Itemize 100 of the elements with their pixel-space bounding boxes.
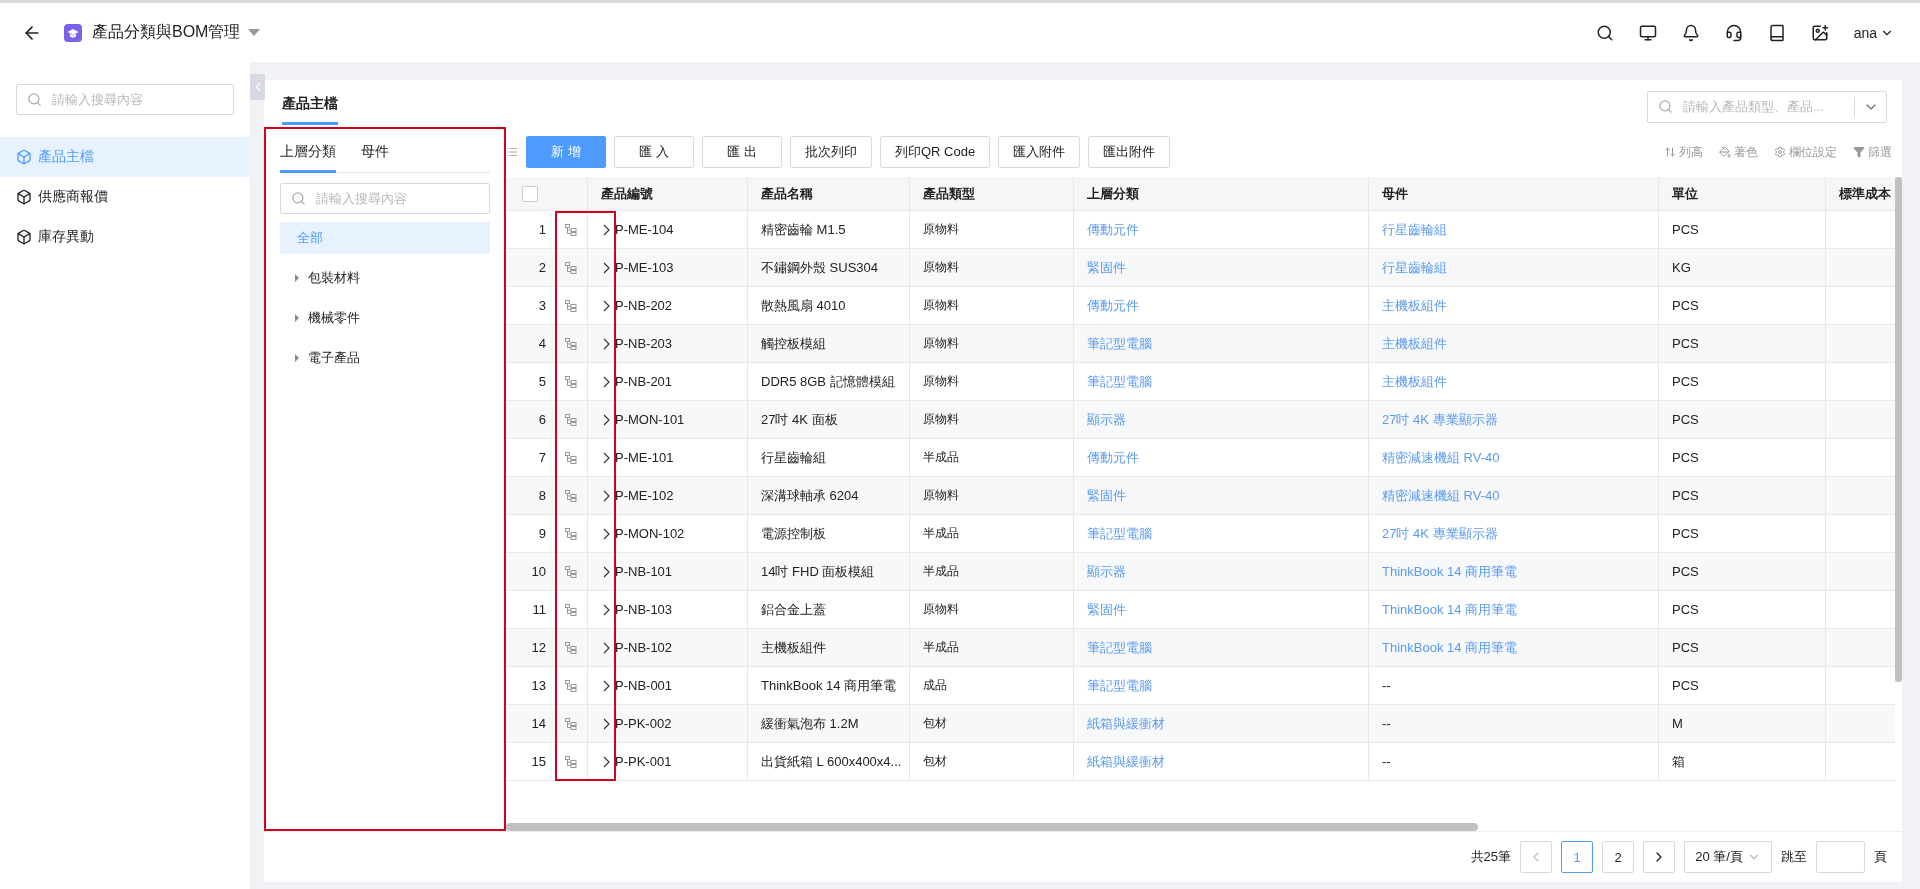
- expand-chevron-icon[interactable]: [601, 641, 611, 654]
- expand-chevron-icon[interactable]: [601, 565, 611, 578]
- column-header[interactable]: 產品名稱: [761, 184, 813, 203]
- search-input[interactable]: 請輸入產品類型、產品...: [1681, 98, 1846, 115]
- toolbar-button[interactable]: 列印QR Code: [880, 136, 991, 168]
- expand-chevron-icon[interactable]: [601, 717, 611, 730]
- search-input[interactable]: 請輸入搜尋內容: [50, 91, 223, 108]
- category-link[interactable]: 紙箱與緩衝材: [1087, 752, 1165, 771]
- hierarchy-icon[interactable]: [564, 337, 577, 350]
- parent-link[interactable]: 27吋 4K 專業顯示器: [1382, 524, 1498, 543]
- caret-icon[interactable]: [294, 314, 300, 322]
- page-jump-field[interactable]: [1816, 841, 1865, 873]
- toolbar-button[interactable]: 批次列印: [790, 136, 872, 168]
- sidebar-item[interactable]: 庫存異動: [0, 217, 250, 257]
- parent-link[interactable]: ThinkBook 14 商用筆電: [1382, 638, 1518, 657]
- column-header[interactable]: 標準成本: [1839, 184, 1891, 203]
- book-button[interactable]: [1767, 23, 1786, 42]
- headset-button[interactable]: [1724, 23, 1743, 42]
- page-button[interactable]: 2: [1602, 841, 1634, 873]
- parent-link[interactable]: ThinkBook 14 商用筆電: [1382, 562, 1518, 581]
- category-link[interactable]: 傳動元件: [1087, 448, 1139, 467]
- hierarchy-icon[interactable]: [564, 717, 577, 730]
- parent-link[interactable]: 行星齒輪組: [1382, 258, 1447, 277]
- hierarchy-icon[interactable]: [564, 223, 577, 236]
- expand-chevron-icon[interactable]: [601, 489, 611, 502]
- category-link[interactable]: 顯示器: [1087, 410, 1126, 429]
- sidebar-item[interactable]: 產品主檔: [0, 137, 250, 177]
- tree-item[interactable]: 電子產品: [280, 342, 490, 374]
- category-link[interactable]: 傳動元件: [1087, 220, 1139, 239]
- hierarchy-icon[interactable]: [564, 299, 577, 312]
- expand-chevron-icon[interactable]: [601, 451, 611, 464]
- dropdown-caret-icon[interactable]: [248, 28, 261, 37]
- monitor-button[interactable]: [1638, 23, 1657, 42]
- parent-link[interactable]: 主機板組件: [1382, 296, 1447, 315]
- hierarchy-icon[interactable]: [564, 375, 577, 388]
- tree-item[interactable]: 包裝材料: [280, 262, 490, 294]
- toolbar-tool[interactable]: 欄位設定: [1774, 143, 1837, 161]
- hierarchy-icon[interactable]: [564, 451, 577, 464]
- category-link[interactable]: 筆記型電腦: [1087, 676, 1152, 695]
- hierarchy-icon[interactable]: [564, 565, 577, 578]
- parent-link[interactable]: 主機板組件: [1382, 334, 1447, 353]
- select-all-checkbox[interactable]: [522, 185, 538, 202]
- expand-chevron-icon[interactable]: [601, 223, 611, 236]
- toolbar-button[interactable]: 匯入附件: [998, 136, 1081, 168]
- hierarchy-icon[interactable]: [564, 261, 577, 274]
- hierarchy-icon[interactable]: [564, 489, 577, 502]
- expand-chevron-icon[interactable]: [601, 413, 611, 426]
- search-input[interactable]: 請輸入搜尋內容: [314, 190, 479, 207]
- category-link[interactable]: 傳動元件: [1087, 296, 1139, 315]
- parent-link[interactable]: 行星齒輪組: [1382, 220, 1447, 239]
- hierarchy-icon[interactable]: [564, 755, 577, 768]
- category-link[interactable]: 筆記型電腦: [1087, 638, 1152, 657]
- column-header[interactable]: 產品編號: [601, 184, 653, 203]
- panel-tab[interactable]: 上層分類: [280, 141, 336, 173]
- caret-icon[interactable]: [294, 274, 300, 282]
- category-link[interactable]: 緊固件: [1087, 486, 1126, 505]
- image-plus-button[interactable]: [1810, 23, 1829, 42]
- parent-link[interactable]: 27吋 4K 專業顯示器: [1382, 410, 1498, 429]
- column-header[interactable]: 產品類型: [923, 184, 975, 203]
- tree-item[interactable]: 全部: [280, 222, 490, 254]
- category-link[interactable]: 筆記型電腦: [1087, 372, 1152, 391]
- page-size-select[interactable]: 20 筆/頁: [1684, 841, 1772, 873]
- expand-chevron-icon[interactable]: [601, 261, 611, 274]
- expand-chevron-icon[interactable]: [601, 603, 611, 616]
- expand-chevron-icon[interactable]: [601, 527, 611, 540]
- toolbar-button[interactable]: 匯 出: [702, 136, 782, 168]
- hierarchy-icon[interactable]: [564, 527, 577, 540]
- search-button[interactable]: [1595, 23, 1614, 42]
- category-link[interactable]: 顯示器: [1087, 562, 1126, 581]
- expand-chevron-icon[interactable]: [601, 679, 611, 692]
- category-link[interactable]: 緊固件: [1087, 258, 1126, 277]
- category-link[interactable]: 筆記型電腦: [1087, 524, 1152, 543]
- parent-link[interactable]: 精密減速機組 RV-40: [1382, 448, 1500, 467]
- product-search-field[interactable]: 請輸入產品類型、產品...: [1647, 90, 1887, 123]
- expand-chevron-icon[interactable]: [601, 299, 611, 312]
- category-link[interactable]: 緊固件: [1087, 600, 1126, 619]
- user-menu[interactable]: ana: [1853, 24, 1894, 41]
- toolbar-tool[interactable]: 列高: [1664, 143, 1703, 161]
- parent-link[interactable]: 主機板組件: [1382, 372, 1447, 391]
- panel-tab[interactable]: 母件: [361, 141, 389, 173]
- caret-icon[interactable]: [294, 354, 300, 362]
- column-header[interactable]: 上層分類: [1087, 184, 1139, 203]
- category-link[interactable]: 紙箱與緩衝材: [1087, 714, 1165, 733]
- parent-link[interactable]: ThinkBook 14 商用筆電: [1382, 600, 1518, 619]
- toolbar-tool[interactable]: 篩選: [1853, 143, 1892, 161]
- column-header[interactable]: 單位: [1672, 184, 1698, 203]
- page-tab[interactable]: 產品主檔: [282, 95, 338, 125]
- page-button[interactable]: 1: [1561, 841, 1593, 873]
- tree-item[interactable]: 機械零件: [280, 302, 490, 334]
- toolbar-button[interactable]: 匯 入: [614, 136, 694, 168]
- parent-link[interactable]: 精密減速機組 RV-40: [1382, 486, 1500, 505]
- sidebar-search-field[interactable]: 請輸入搜尋內容: [16, 84, 234, 115]
- hierarchy-icon[interactable]: [564, 679, 577, 692]
- notification-button[interactable]: [1681, 23, 1700, 42]
- next-page-button[interactable]: [1643, 841, 1675, 873]
- collapse-handle[interactable]: [250, 74, 265, 100]
- hierarchy-icon[interactable]: [564, 603, 577, 616]
- hierarchy-icon[interactable]: [564, 413, 577, 426]
- expand-chevron-icon[interactable]: [601, 755, 611, 768]
- toolbar-button[interactable]: 匯出附件: [1088, 136, 1171, 168]
